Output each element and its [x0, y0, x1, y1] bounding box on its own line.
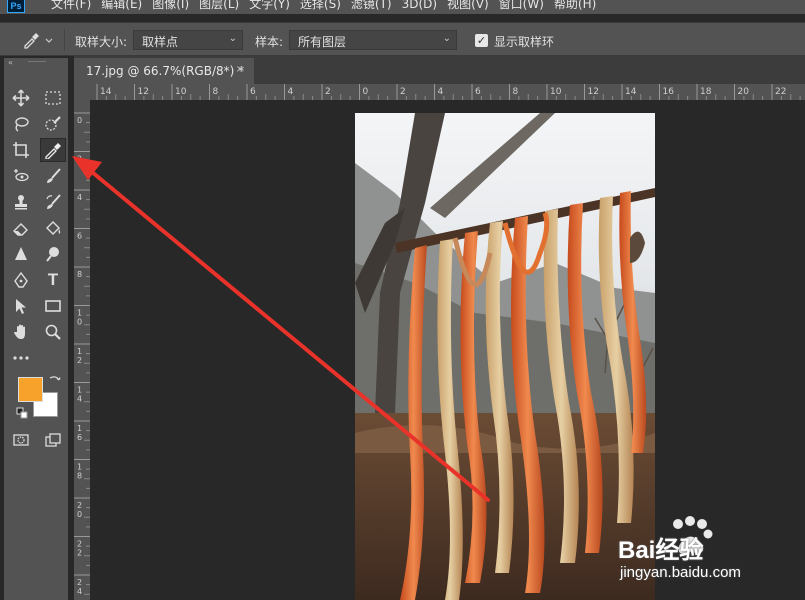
- watermark-url: jingyan.baidu.com: [620, 564, 741, 581]
- watermark-brand: Bai经验: [618, 537, 704, 564]
- annotation-arrow: [72, 156, 490, 502]
